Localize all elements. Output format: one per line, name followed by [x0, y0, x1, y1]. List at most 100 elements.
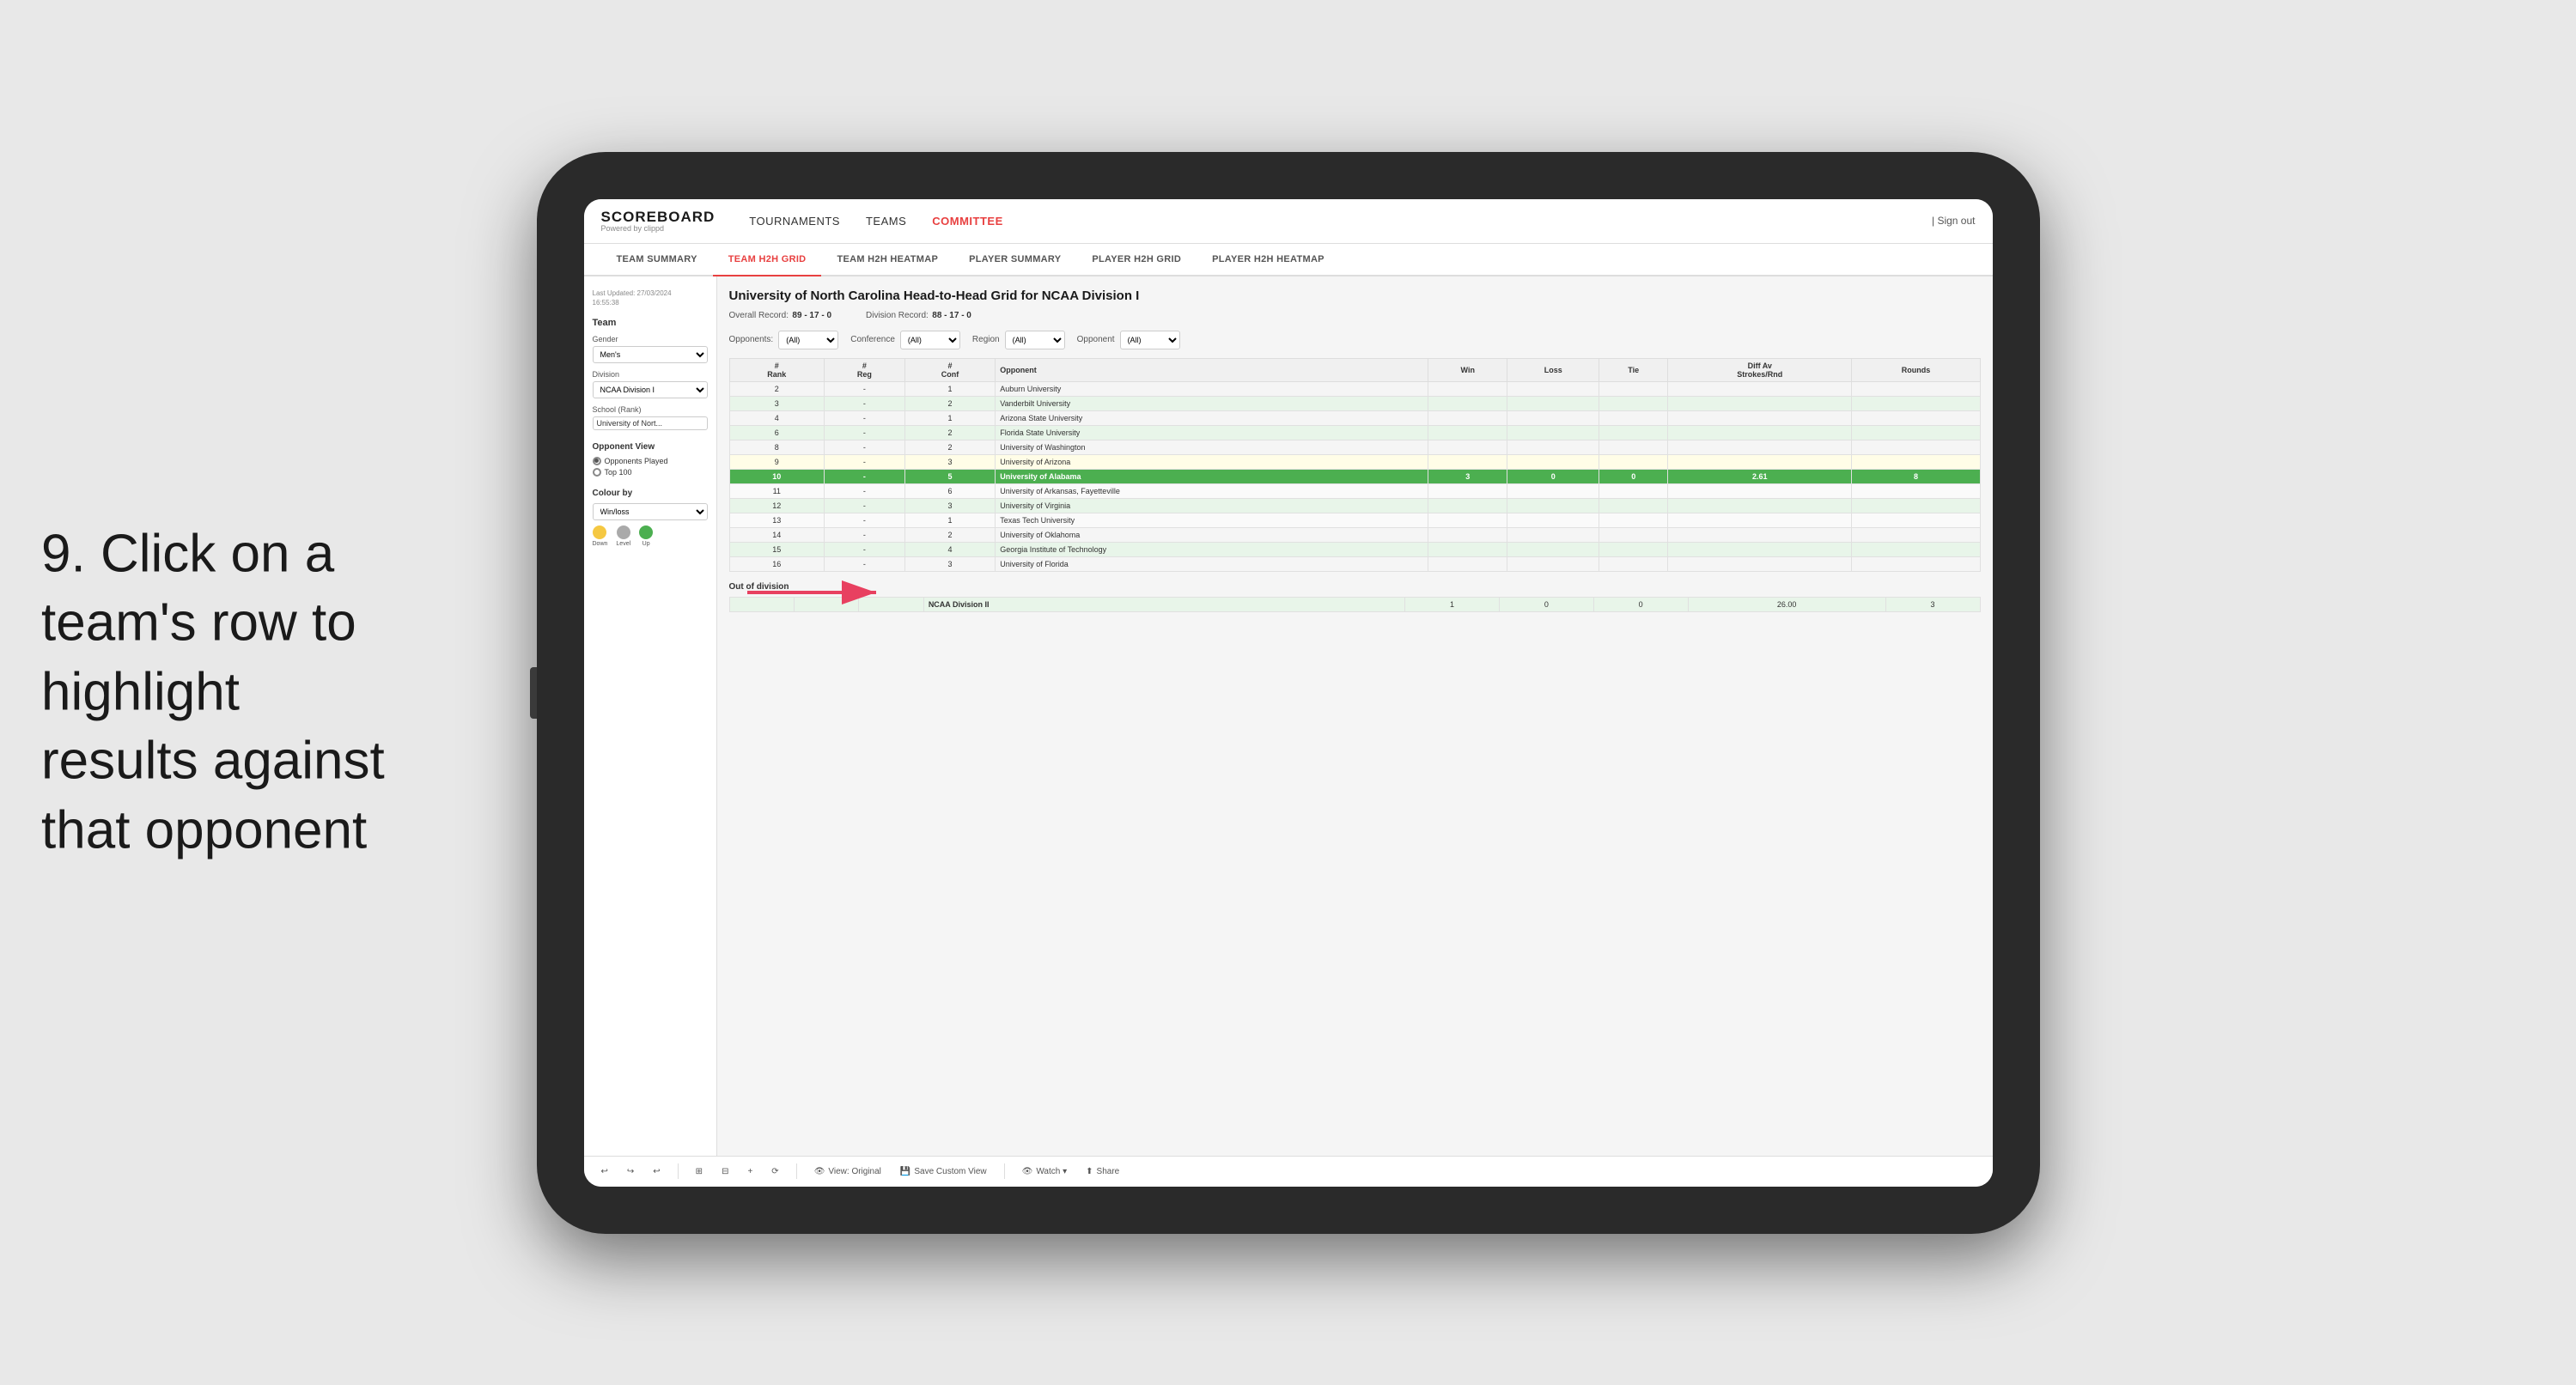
- cell-rank: 13: [729, 513, 825, 527]
- tab-player-h2h-grid[interactable]: PLAYER H2H GRID: [1076, 244, 1197, 276]
- share-button[interactable]: ⬆ Share: [1081, 1164, 1124, 1179]
- table-row[interactable]: 14-2University of Oklahoma: [729, 527, 1980, 542]
- share-icon: ⬆: [1086, 1167, 1093, 1176]
- cell-win: [1428, 396, 1507, 410]
- back-button[interactable]: ↩: [648, 1164, 665, 1179]
- undo-button[interactable]: ↩: [596, 1164, 613, 1179]
- ood-win: 1: [1405, 597, 1500, 611]
- cell-rank: 11: [729, 483, 825, 498]
- table-row[interactable]: 4-1Arizona State University: [729, 410, 1980, 425]
- cell-tie: [1599, 542, 1668, 556]
- logo: SCOREBOARD Powered by clippd: [601, 210, 716, 233]
- tab-team-h2h-heatmap[interactable]: TEAM H2H HEATMAP: [821, 244, 953, 276]
- tab-player-h2h-heatmap[interactable]: PLAYER H2H HEATMAP: [1197, 244, 1340, 276]
- legend-down: Down: [593, 525, 608, 547]
- filter-button[interactable]: +: [742, 1164, 758, 1179]
- table-row[interactable]: 16-3University of Florida: [729, 556, 1980, 571]
- cell-reg: -: [825, 498, 905, 513]
- logo-subtitle: Powered by clippd: [601, 224, 716, 233]
- cell-diff: [1668, 527, 1852, 542]
- cell-rank: 8: [729, 440, 825, 454]
- cell-rounds: [1852, 513, 1980, 527]
- cell-reg: -: [825, 425, 905, 440]
- opponent-filter-select[interactable]: (All): [1120, 331, 1180, 349]
- cell-win: [1428, 556, 1507, 571]
- nav-committee[interactable]: COMMITTEE: [932, 215, 1003, 228]
- view-original-button[interactable]: 👁 View: Original: [809, 1164, 886, 1179]
- level-color-circle: [617, 525, 630, 539]
- cell-win: [1428, 527, 1507, 542]
- cell-opponent: Vanderbilt University: [996, 396, 1428, 410]
- navbar: SCOREBOARD Powered by clippd TOURNAMENTS…: [584, 199, 1993, 244]
- filter-conference: Conference (All): [850, 331, 960, 349]
- legend-level: Level: [616, 525, 630, 547]
- nav-teams[interactable]: TEAMS: [866, 215, 906, 228]
- cell-diff: [1668, 498, 1852, 513]
- filter-row: Opponents: (All) Conference (All): [729, 331, 1981, 349]
- nav-tournaments[interactable]: TOURNAMENTS: [749, 215, 840, 228]
- region-filter-select[interactable]: (All): [1005, 331, 1065, 349]
- radio-top100[interactable]: Top 100: [593, 468, 708, 477]
- ood-loss: 0: [1499, 597, 1593, 611]
- cell-opponent: Texas Tech University: [996, 513, 1428, 527]
- watch-button[interactable]: 👁 Watch ▾: [1017, 1164, 1072, 1179]
- cell-reg: -: [825, 513, 905, 527]
- conference-filter-label: Conference: [850, 335, 895, 344]
- tab-team-summary[interactable]: TEAM SUMMARY: [601, 244, 713, 276]
- table-row[interactable]: 3-2Vanderbilt University: [729, 396, 1980, 410]
- cell-rounds: 8: [1852, 469, 1980, 483]
- sidebar: Last Updated: 27/03/2024 16:55:38 Team G…: [584, 276, 717, 1156]
- save-custom-view-button[interactable]: 💾 Save Custom View: [895, 1164, 992, 1179]
- watch-label: Watch ▾: [1036, 1167, 1067, 1176]
- cell-win: [1428, 425, 1507, 440]
- table-row[interactable]: 6-2Florida State University: [729, 425, 1980, 440]
- cell-diff: [1668, 454, 1852, 469]
- refresh-button[interactable]: ⟳: [766, 1164, 783, 1179]
- table-row[interactable]: 10-5University of Alabama3002.618: [729, 469, 1980, 483]
- sidebar-division-select[interactable]: NCAA Division I: [593, 381, 708, 398]
- col-opponent: Opponent: [996, 358, 1428, 381]
- paste-button[interactable]: ⊟: [716, 1164, 734, 1179]
- copy-button[interactable]: ⊞: [691, 1164, 708, 1179]
- cell-conf: 4: [904, 542, 995, 556]
- cell-conf: 3: [904, 556, 995, 571]
- cell-conf: 1: [904, 513, 995, 527]
- cell-reg: -: [825, 410, 905, 425]
- tab-team-h2h-grid[interactable]: TEAM H2H GRID: [713, 244, 822, 276]
- cell-conf: 6: [904, 483, 995, 498]
- redo-button[interactable]: ↪: [622, 1164, 639, 1179]
- table-row[interactable]: 12-3University of Virginia: [729, 498, 1980, 513]
- radio-opponents-played[interactable]: Opponents Played: [593, 457, 708, 465]
- region-filter-label: Region: [972, 335, 1000, 344]
- table-row[interactable]: 2-1Auburn University: [729, 381, 1980, 396]
- opponents-filter-select[interactable]: (All): [778, 331, 838, 349]
- sidebar-colour-by-select[interactable]: Win/loss: [593, 503, 708, 520]
- cell-tie: 0: [1599, 469, 1668, 483]
- sign-out[interactable]: | Sign out: [1932, 215, 1976, 227]
- col-reg: #Reg: [825, 358, 905, 381]
- cell-loss: [1507, 483, 1599, 498]
- table-row[interactable]: 11-6University of Arkansas, Fayetteville: [729, 483, 1980, 498]
- tab-player-summary[interactable]: PLAYER SUMMARY: [953, 244, 1076, 276]
- table-row[interactable]: 8-2University of Washington: [729, 440, 1980, 454]
- cell-reg: -: [825, 483, 905, 498]
- sidebar-gender-select[interactable]: Men's: [593, 346, 708, 363]
- table-row[interactable]: 13-1Texas Tech University: [729, 513, 1980, 527]
- table-row[interactable]: 15-4Georgia Institute of Technology: [729, 542, 1980, 556]
- h2h-grid-table: #Rank #Reg #Conf Opponent Win Loss Tie D…: [729, 358, 1981, 572]
- logo-title: SCOREBOARD: [601, 210, 716, 224]
- cell-loss: [1507, 527, 1599, 542]
- col-win: Win: [1428, 358, 1507, 381]
- opponent-filter-label: Opponent: [1077, 335, 1115, 344]
- cell-conf: 3: [904, 498, 995, 513]
- table-row[interactable]: 9-3University of Arizona: [729, 454, 1980, 469]
- cell-diff: 2.61: [1668, 469, 1852, 483]
- out-of-division-row[interactable]: NCAA Division II 1 0 0 26.00 3: [729, 597, 1980, 611]
- conference-filter-select[interactable]: (All): [900, 331, 960, 349]
- cell-win: [1428, 440, 1507, 454]
- cell-conf: 2: [904, 440, 995, 454]
- cell-opponent: Arizona State University: [996, 410, 1428, 425]
- cell-loss: [1507, 513, 1599, 527]
- cell-diff: [1668, 483, 1852, 498]
- cell-rounds: [1852, 381, 1980, 396]
